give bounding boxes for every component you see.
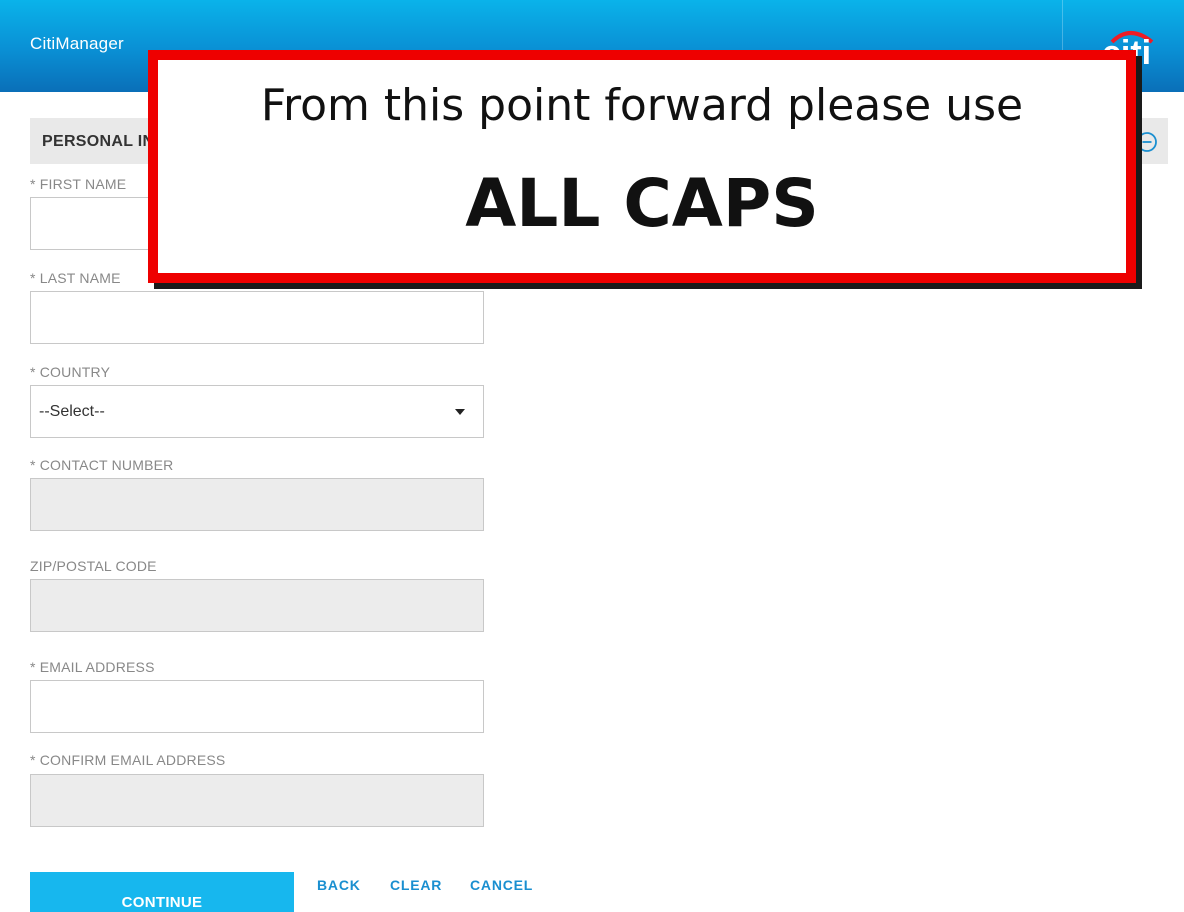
zip-postal-code-label: ZIP/POSTAL CODE [30, 558, 157, 574]
clear-link[interactable]: CLEAR [390, 877, 442, 893]
all-caps-callout: From this point forward please use ALL C… [148, 50, 1136, 283]
email-address-label: * EMAIL ADDRESS [30, 659, 155, 675]
country-selected-value: --Select-- [39, 403, 105, 420]
contact-number-field[interactable] [30, 478, 484, 531]
confirm-email-field[interactable] [30, 774, 484, 827]
first-name-label: * FIRST NAME [30, 176, 127, 192]
caret-down-icon [455, 409, 465, 415]
email-address-field[interactable] [30, 680, 484, 733]
country-label: * COUNTRY [30, 364, 111, 380]
zip-postal-code-field[interactable] [30, 579, 484, 632]
contact-number-label: * CONTACT NUMBER [30, 457, 174, 473]
last-name-label: * LAST NAME [30, 270, 121, 286]
minus-circle-icon[interactable] [1136, 131, 1158, 153]
cancel-link[interactable]: CANCEL [470, 877, 533, 893]
callout-emphasis-text: ALL CAPS [465, 165, 819, 242]
confirm-email-label: * CONFIRM EMAIL ADDRESS [30, 752, 226, 768]
country-select[interactable]: --Select-- [30, 385, 484, 438]
app-title: CitiManager [30, 34, 124, 53]
continue-button[interactable]: CONTINUE [30, 872, 294, 912]
last-name-field[interactable] [30, 291, 484, 344]
callout-instruction-text: From this point forward please use [260, 80, 1024, 131]
back-link[interactable]: BACK [317, 877, 361, 893]
